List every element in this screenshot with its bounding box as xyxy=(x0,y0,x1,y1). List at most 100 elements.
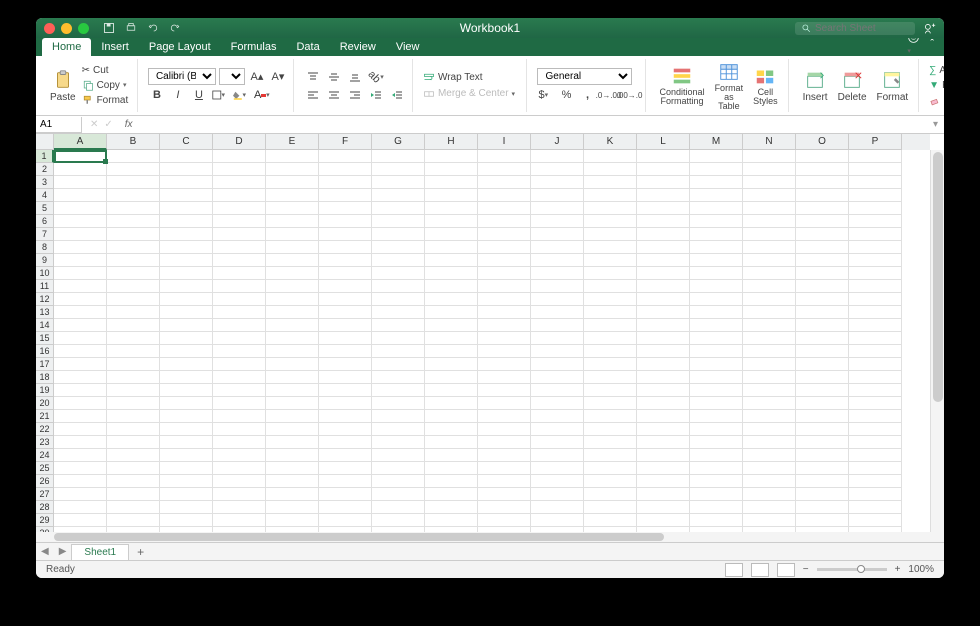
zoom-slider-thumb[interactable] xyxy=(857,565,865,573)
cell[interactable] xyxy=(531,306,584,319)
cut-button[interactable]: ✂Cut xyxy=(82,64,131,77)
comma-button[interactable]: , xyxy=(579,87,597,103)
cell[interactable] xyxy=(743,423,796,436)
row-header-6[interactable]: 6 xyxy=(36,215,54,228)
cell[interactable] xyxy=(584,280,637,293)
cell[interactable] xyxy=(637,163,690,176)
column-header-N[interactable]: N xyxy=(743,134,796,150)
cell[interactable] xyxy=(372,345,425,358)
cell[interactable] xyxy=(160,358,213,371)
cell[interactable] xyxy=(213,150,266,163)
cell[interactable] xyxy=(266,293,319,306)
cell[interactable] xyxy=(160,475,213,488)
cell[interactable] xyxy=(319,293,372,306)
cell[interactable] xyxy=(637,293,690,306)
cell[interactable] xyxy=(637,241,690,254)
cell[interactable] xyxy=(478,449,531,462)
row-header-20[interactable]: 20 xyxy=(36,397,54,410)
cell[interactable] xyxy=(637,475,690,488)
cell[interactable] xyxy=(425,293,478,306)
redo-icon[interactable] xyxy=(169,22,181,34)
cell[interactable] xyxy=(213,267,266,280)
cell[interactable] xyxy=(54,163,107,176)
format-cells-button[interactable]: Format xyxy=(873,67,913,105)
cell[interactable] xyxy=(319,397,372,410)
cell[interactable] xyxy=(160,176,213,189)
row-header-9[interactable]: 9 xyxy=(36,254,54,267)
cell[interactable] xyxy=(54,423,107,436)
cell[interactable] xyxy=(160,215,213,228)
cell[interactable] xyxy=(266,150,319,163)
align-bottom-button[interactable] xyxy=(346,69,364,85)
cell[interactable] xyxy=(319,358,372,371)
cell[interactable] xyxy=(266,176,319,189)
cell[interactable] xyxy=(54,345,107,358)
cell[interactable] xyxy=(160,410,213,423)
cell[interactable] xyxy=(213,449,266,462)
cell[interactable] xyxy=(319,475,372,488)
merge-center-button[interactable]: Merge & Center▾ xyxy=(423,87,520,101)
cell[interactable] xyxy=(213,488,266,501)
cell[interactable] xyxy=(531,436,584,449)
column-header-O[interactable]: O xyxy=(796,134,849,150)
cell[interactable] xyxy=(531,410,584,423)
cell[interactable] xyxy=(849,176,902,189)
percent-button[interactable]: % xyxy=(558,87,576,103)
format-as-table-button[interactable]: Format as Table xyxy=(711,59,748,113)
cell[interactable] xyxy=(54,150,107,163)
cell[interactable] xyxy=(849,306,902,319)
cell[interactable] xyxy=(319,423,372,436)
cell[interactable] xyxy=(690,228,743,241)
cell[interactable] xyxy=(478,501,531,514)
cell[interactable] xyxy=(531,293,584,306)
cell[interactable] xyxy=(531,371,584,384)
cell[interactable] xyxy=(637,423,690,436)
cell[interactable] xyxy=(690,319,743,332)
column-header-M[interactable]: M xyxy=(690,134,743,150)
cell[interactable] xyxy=(107,384,160,397)
cell[interactable] xyxy=(54,215,107,228)
row-header-30[interactable]: 30 xyxy=(36,527,54,532)
cell[interactable] xyxy=(796,358,849,371)
cell[interactable] xyxy=(372,449,425,462)
cell[interactable] xyxy=(531,241,584,254)
decrease-indent-button[interactable] xyxy=(367,87,385,103)
close-window-button[interactable] xyxy=(44,23,55,34)
cell[interactable] xyxy=(213,319,266,332)
cell[interactable] xyxy=(796,371,849,384)
cell[interactable] xyxy=(478,488,531,501)
cell[interactable] xyxy=(478,176,531,189)
cell[interactable] xyxy=(849,358,902,371)
cell[interactable] xyxy=(743,410,796,423)
cell[interactable] xyxy=(584,514,637,527)
cell[interactable] xyxy=(213,397,266,410)
cell[interactable] xyxy=(531,189,584,202)
cell[interactable] xyxy=(796,241,849,254)
cell[interactable] xyxy=(425,423,478,436)
row-header-16[interactable]: 16 xyxy=(36,345,54,358)
cell[interactable] xyxy=(425,527,478,532)
cell[interactable] xyxy=(160,150,213,163)
cell[interactable] xyxy=(107,410,160,423)
cell[interactable] xyxy=(849,462,902,475)
cell[interactable] xyxy=(372,280,425,293)
cell[interactable] xyxy=(54,371,107,384)
cell[interactable] xyxy=(266,397,319,410)
cell[interactable] xyxy=(690,189,743,202)
increase-font-button[interactable]: A▴ xyxy=(248,68,266,84)
cell[interactable] xyxy=(107,163,160,176)
cell[interactable] xyxy=(637,384,690,397)
cell[interactable] xyxy=(584,228,637,241)
cell[interactable] xyxy=(478,436,531,449)
normal-view-button[interactable] xyxy=(725,563,743,577)
cell[interactable] xyxy=(266,514,319,527)
cell[interactable] xyxy=(266,228,319,241)
cell[interactable] xyxy=(637,358,690,371)
cell[interactable] xyxy=(849,202,902,215)
cell[interactable] xyxy=(849,150,902,163)
cell[interactable] xyxy=(690,306,743,319)
cell[interactable] xyxy=(478,527,531,532)
cell[interactable] xyxy=(531,345,584,358)
cell[interactable] xyxy=(425,319,478,332)
cell[interactable] xyxy=(266,384,319,397)
